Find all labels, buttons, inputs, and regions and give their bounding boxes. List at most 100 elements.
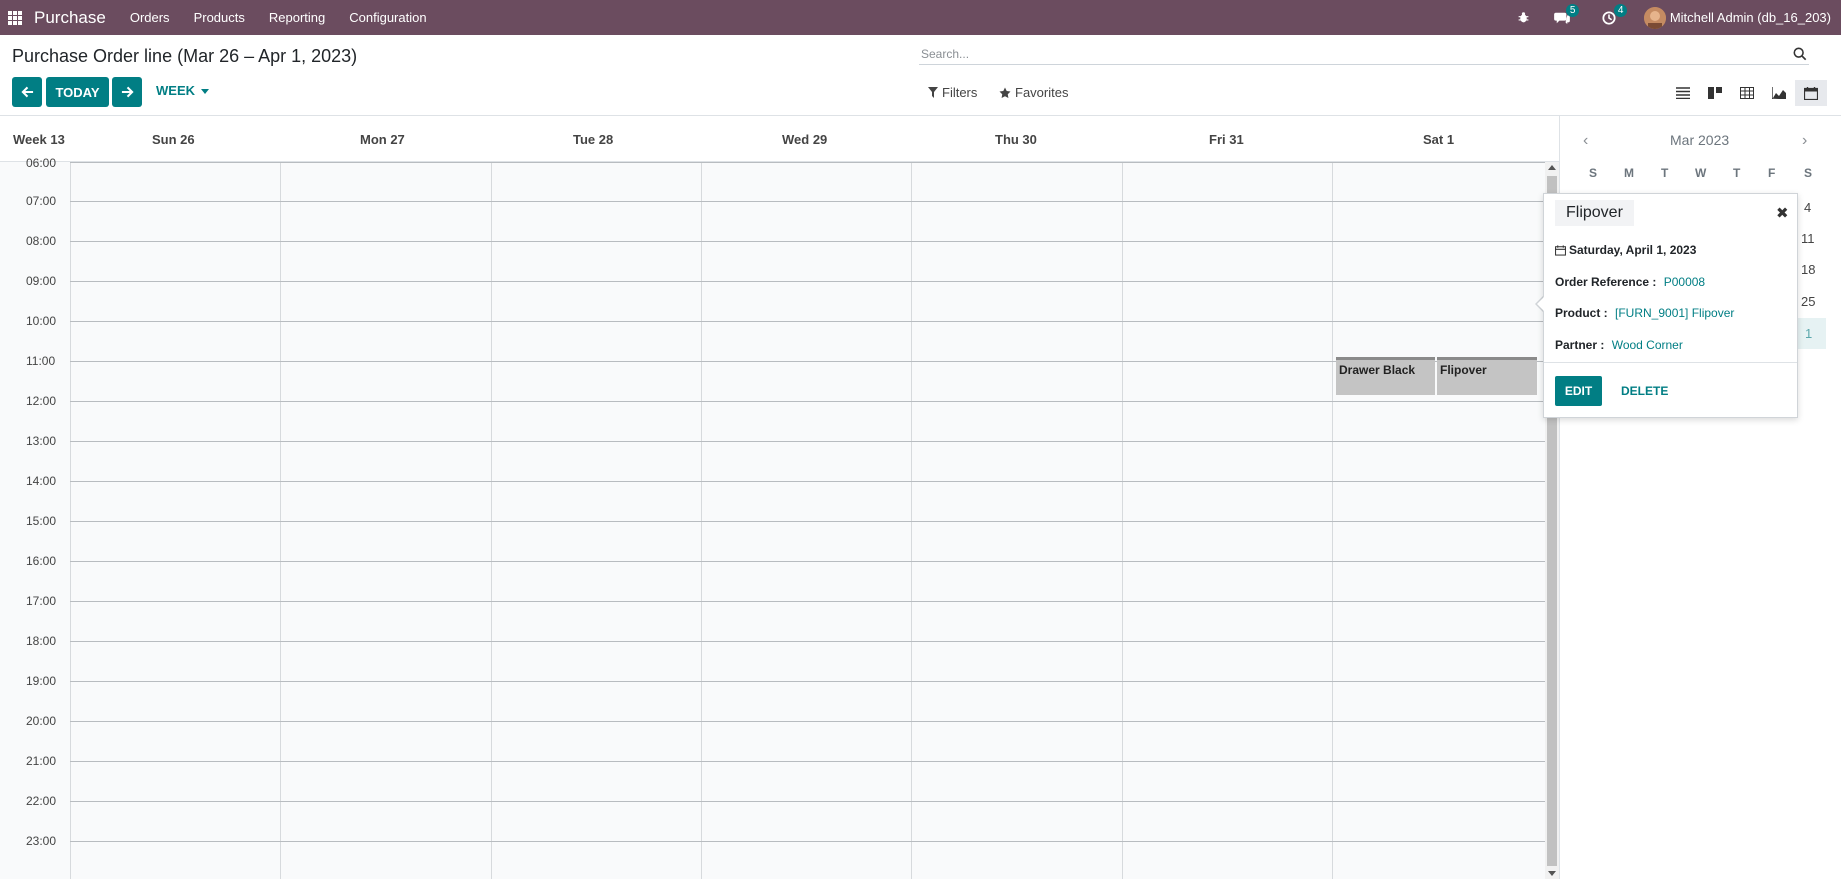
top-navbar: Purchase Orders Products Reporting Confi… [0,0,1841,35]
previous-button[interactable] [12,77,42,107]
partner-label: Partner : [1555,338,1605,352]
day-header-fri[interactable]: Fri 31 [1209,116,1244,162]
filters-dropdown[interactable]: Filters [928,85,977,100]
time-label: 09:00 [26,274,57,288]
time-label: 10:00 [26,314,57,328]
user-avatar[interactable] [1643,6,1666,29]
calendar-event[interactable]: Flipover [1437,357,1537,395]
time-label: 13:00 [26,434,57,448]
time-label: 20:00 [26,714,57,728]
time-label: 19:00 [26,674,57,688]
popover-arrow-inner [1537,297,1544,311]
time-label: 11:00 [26,354,56,368]
scroll-up-arrow-icon[interactable] [1548,165,1556,170]
weekday-label: W [1695,166,1707,180]
mini-calendar-month: Mar 2023 [1670,132,1730,148]
today-button[interactable]: TODAY [46,77,109,107]
popover-date-text: Saturday, April 1, 2023 [1569,243,1697,257]
day-header-mon[interactable]: Mon 27 [360,116,405,162]
messages-icon[interactable]: 5 [1553,3,1580,25]
calendar-view-icon[interactable] [1795,80,1827,106]
product-label: Product : [1555,306,1608,320]
search-icon[interactable] [1793,47,1807,61]
time-label: 17:00 [26,594,57,608]
scale-dropdown[interactable]: WEEK [156,83,209,98]
edit-button[interactable]: EDIT [1555,376,1602,406]
weekday-label: S [1589,166,1598,180]
day-header-sat[interactable]: Sat 1 [1423,116,1454,162]
popover-partner: Partner : Wood Corner [1555,338,1683,352]
time-label: 22:00 [26,794,57,808]
weekday-label: T [1661,166,1669,180]
time-label: 08:00 [26,234,57,248]
scale-label: WEEK [156,83,195,98]
pivot-view-icon[interactable] [1731,80,1763,106]
mini-day[interactable]: 1 [1805,326,1812,341]
app-brand[interactable]: Purchase [34,8,106,28]
messages-count-badge: 5 [1565,3,1580,17]
debug-bug-icon[interactable] [1517,11,1530,24]
time-label: 07:00 [26,194,57,208]
day-header-thu[interactable]: Thu 30 [995,116,1037,162]
menu-reporting[interactable]: Reporting [257,10,337,25]
time-label: 23:00 [26,834,57,848]
week-calendar: Week 13 Sun 26 Mon 27 Tue 28 Wed 29 Thu … [0,116,1559,879]
user-name[interactable]: Mitchell Admin (db_16_203) [1670,10,1831,25]
menu-configuration[interactable]: Configuration [337,10,438,25]
search-input[interactable]: Search... [919,47,1793,61]
menu-products[interactable]: Products [182,10,257,25]
next-button[interactable] [112,77,142,107]
list-view-icon[interactable] [1667,80,1699,106]
event-popover: Flipover ✖ Saturday, April 1, 2023 Order… [1543,193,1798,418]
order-reference-link[interactable]: P00008 [1664,275,1705,289]
calendar-icon [1555,244,1566,256]
popover-title: Flipover [1555,200,1634,226]
apps-menu-icon[interactable] [8,10,22,25]
partner-link[interactable]: Wood Corner [1612,338,1683,352]
arrow-left-icon [20,86,33,98]
scroll-down-arrow-icon[interactable] [1548,871,1556,876]
mini-day[interactable]: 18 [1801,262,1815,277]
time-label: 15:00 [26,514,57,528]
chevron-right-icon[interactable]: › [1802,132,1807,150]
view-switcher [1667,80,1827,106]
time-label: 12:00 [26,394,57,408]
popover-date: Saturday, April 1, 2023 [1555,243,1696,257]
favorites-label: Favorites [1015,85,1069,100]
activities-clock-icon[interactable]: 4 [1602,3,1628,25]
mini-day[interactable]: 11 [1801,231,1815,246]
order-reference-label: Order Reference : [1555,275,1657,289]
menu-orders[interactable]: Orders [118,10,182,25]
search-bar[interactable]: Search... [919,43,1809,65]
product-link[interactable]: [FURN_9001] Flipover [1615,306,1734,320]
weekday-label: T [1733,166,1741,180]
graph-view-icon[interactable] [1763,80,1795,106]
weekday-label: S [1804,166,1813,180]
time-label: 18:00 [26,634,57,648]
time-label: 16:00 [26,554,57,568]
day-header-sun[interactable]: Sun 26 [152,116,195,162]
day-header-tue[interactable]: Tue 28 [573,116,613,162]
calendar-header: Week 13 Sun 26 Mon 27 Tue 28 Wed 29 Thu … [0,116,1559,162]
popover-order-reference: Order Reference : P00008 [1555,275,1705,289]
delete-button[interactable]: DELETE [1621,384,1668,398]
chevron-left-icon[interactable]: ‹ [1583,132,1588,150]
favorites-dropdown[interactable]: Favorites [999,85,1068,100]
time-grid[interactable]: 06:00 07:00 08:00 09:00 10:00 11:00 12:0… [0,156,1545,879]
filter-icon [928,87,938,98]
mini-day[interactable]: 25 [1801,294,1815,309]
kanban-view-icon[interactable] [1699,80,1731,106]
activities-count-badge: 4 [1613,3,1628,17]
calendar-event[interactable]: Drawer Black [1336,357,1435,395]
time-label: 14:00 [26,474,57,488]
weekday-label: F [1768,166,1776,180]
star-icon [999,87,1011,98]
time-label: 21:00 [26,754,57,768]
time-label: 06:00 [26,156,57,170]
day-header-wed[interactable]: Wed 29 [782,116,827,162]
mini-day[interactable]: 4 [1804,200,1811,215]
page-title: Purchase Order line (Mar 26 – Apr 1, 202… [12,46,358,66]
close-icon[interactable]: ✖ [1776,204,1789,222]
filters-label: Filters [942,85,978,100]
arrow-right-icon [121,86,134,98]
